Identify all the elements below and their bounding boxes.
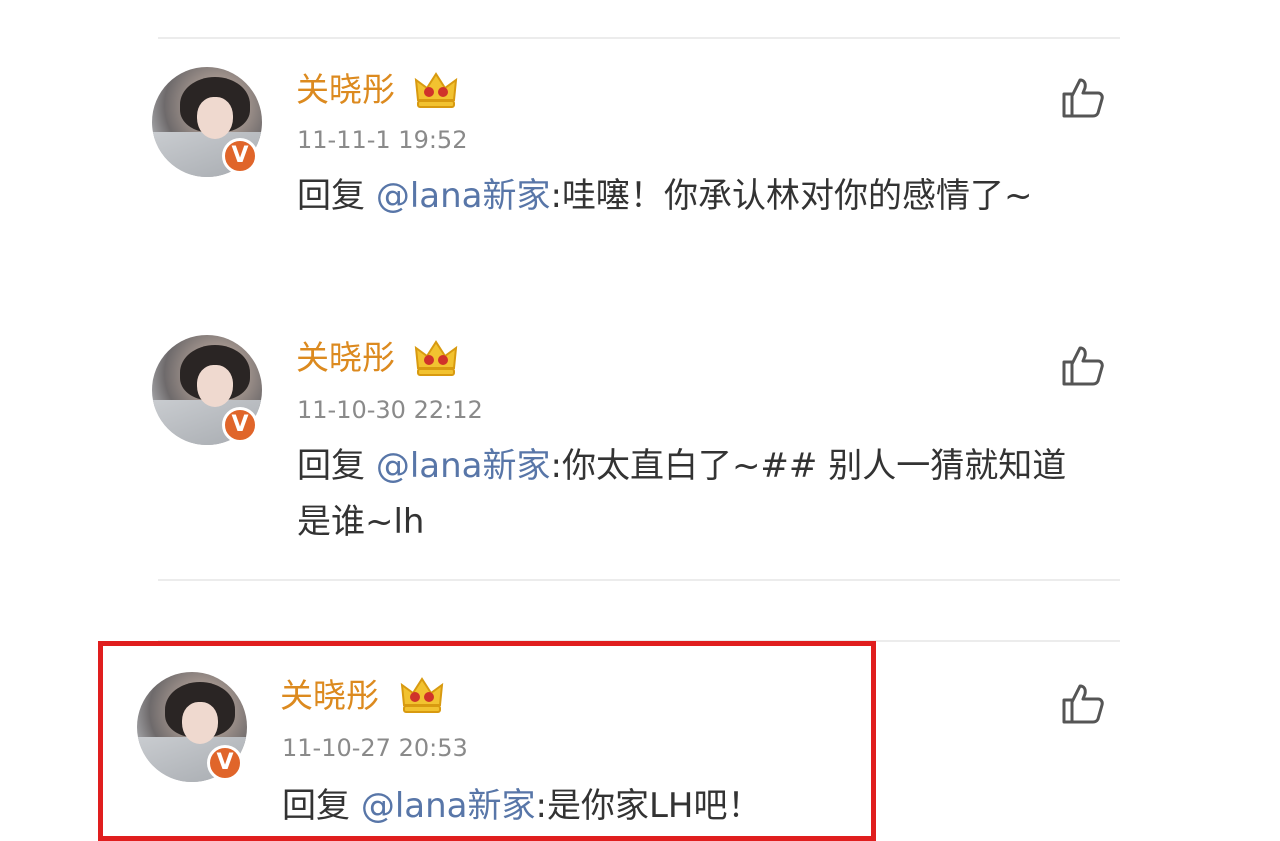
- comment-timestamp: 11-11-1 19:52: [297, 126, 468, 154]
- thumbs-up-icon[interactable]: [1060, 74, 1106, 120]
- thumbs-up-icon[interactable]: [1060, 342, 1106, 388]
- mention-link[interactable]: @lana新家: [376, 176, 551, 216]
- verified-badge: V: [222, 138, 258, 174]
- verified-badge: V: [222, 407, 258, 443]
- crown-icon: [414, 340, 458, 376]
- crown-icon: [400, 677, 444, 713]
- mention-link[interactable]: @lana新家: [376, 446, 551, 486]
- comment-text: 回复 @lana新家:哇噻！你承认林对你的感情了~: [297, 168, 1117, 224]
- comment-timestamp: 11-10-30 22:12: [297, 396, 483, 424]
- crown-icon: [414, 72, 458, 108]
- author-name[interactable]: 关晓彤: [296, 70, 395, 110]
- thumbs-up-icon[interactable]: [1060, 680, 1106, 726]
- divider: [158, 579, 1120, 581]
- comment-text: 回复 @lana新家:是你家LH吧！: [282, 778, 862, 834]
- mention-link[interactable]: @lana新家: [361, 786, 536, 826]
- reply-prefix: 回复: [297, 446, 376, 486]
- comment-timestamp: 11-10-27 20:53: [282, 734, 468, 762]
- comment-body: :是你家LH吧！: [535, 786, 762, 826]
- reply-prefix: 回复: [297, 176, 376, 216]
- author-name[interactable]: 关晓彤: [296, 338, 395, 378]
- comment-body: :哇噻！你承认林对你的感情了~: [550, 176, 1033, 216]
- divider: [158, 37, 1120, 39]
- reply-prefix: 回复: [282, 786, 361, 826]
- author-name[interactable]: 关晓彤: [280, 676, 379, 716]
- comment-text: 回复 @lana新家:你太直白了~## 别人一猜就知道是谁~lh: [297, 438, 1097, 550]
- verified-badge: V: [207, 745, 243, 781]
